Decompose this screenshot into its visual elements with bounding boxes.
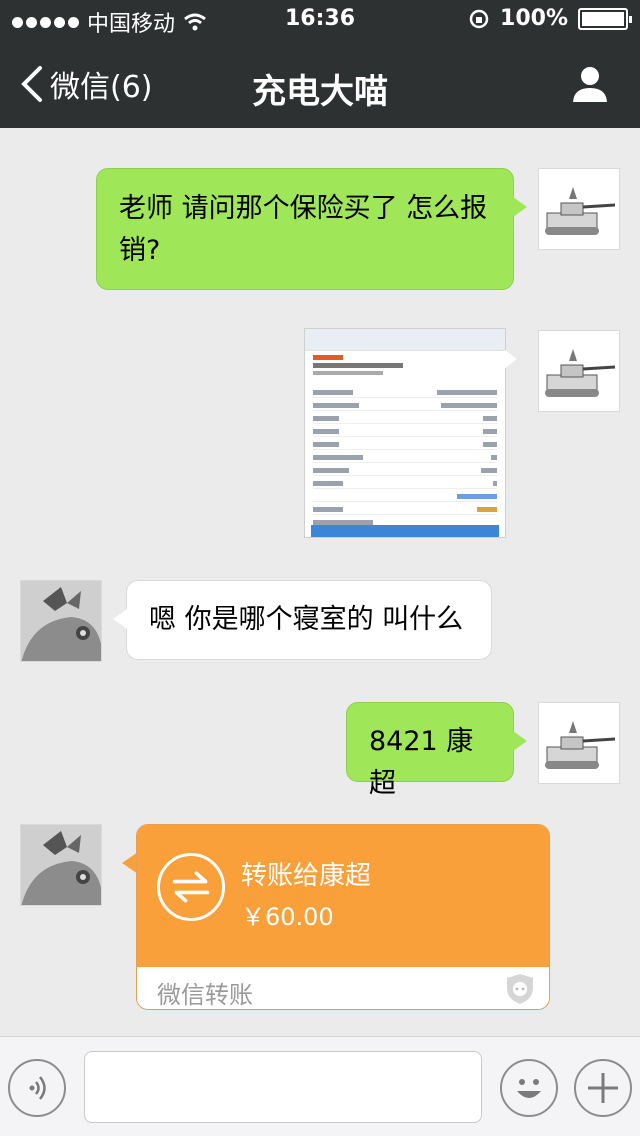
battery-icon <box>578 7 632 30</box>
transfer-card-top: 转账给康超 ￥60.00 <box>137 825 549 967</box>
transfer-card[interactable]: 转账给康超 ￥60.00 微信转账 <box>136 824 550 1010</box>
shield-icon <box>507 974 533 1004</box>
tank-avatar-image <box>545 721 616 769</box>
voice-icon <box>29 1076 46 1100</box>
message-text: 老师 请问那个保险买了 怎么报销? <box>119 193 488 266</box>
message-text: 8421 康超 <box>369 726 474 799</box>
nav-bar: 微信(6) 充电大喵 <box>0 40 640 128</box>
screenshot-logo-area <box>313 355 497 383</box>
transfer-arrows-icon <box>157 853 225 921</box>
image-tail <box>505 350 517 368</box>
screenshot-button <box>311 525 499 537</box>
message-input[interactable] <box>84 1051 482 1123</box>
rotation-lock-icon <box>469 9 489 28</box>
input-bar <box>0 1036 640 1136</box>
my-avatar[interactable] <box>538 330 620 412</box>
message-list[interactable]: 老师 请问那个保险买了 怎么报销? 嗯 你是哪个寝室的 叫什么 8421 康超 … <box>0 128 640 1036</box>
message-text: 嗯 你是哪个寝室的 叫什么 <box>149 604 464 635</box>
battery-percent: 100% <box>500 6 568 31</box>
my-avatar[interactable] <box>538 168 620 250</box>
chat-title: 充电大喵 <box>252 72 388 112</box>
tank-avatar-image <box>545 187 616 235</box>
cat-avatar-image <box>21 581 101 661</box>
message-bubble-1[interactable]: 老师 请问那个保险买了 怎么报销? <box>96 168 527 290</box>
contact-avatar[interactable] <box>20 824 102 906</box>
profile-icon[interactable] <box>570 64 610 104</box>
transfer-card-bottom: 微信转账 <box>137 967 549 1009</box>
screenshot-header <box>305 329 505 351</box>
cat-avatar-image <box>21 825 101 905</box>
top-bar: 中国移动 16:36 100% 微信(6) 充电大喵 <box>0 0 640 128</box>
status-right: 100% <box>468 6 632 31</box>
status-bar: 中国移动 16:36 100% <box>0 0 640 40</box>
emoji-button[interactable] <box>500 1059 558 1117</box>
plus-icon <box>588 1073 618 1103</box>
emoji-icon <box>517 1079 541 1098</box>
message-bubble-3[interactable]: 嗯 你是哪个寝室的 叫什么 <box>113 580 492 660</box>
contact-avatar[interactable] <box>20 580 102 662</box>
voice-button[interactable] <box>8 1059 66 1117</box>
transfer-title: 转账给康超 <box>241 861 372 891</box>
image-message[interactable] <box>304 328 506 538</box>
transfer-source: 微信转账 <box>157 981 253 1009</box>
more-button[interactable] <box>574 1059 632 1117</box>
transfer-amount: ￥60.00 <box>241 903 334 931</box>
my-avatar[interactable] <box>538 702 620 784</box>
message-bubble-4[interactable]: 8421 康超 <box>346 702 527 799</box>
tank-avatar-image <box>545 349 616 397</box>
